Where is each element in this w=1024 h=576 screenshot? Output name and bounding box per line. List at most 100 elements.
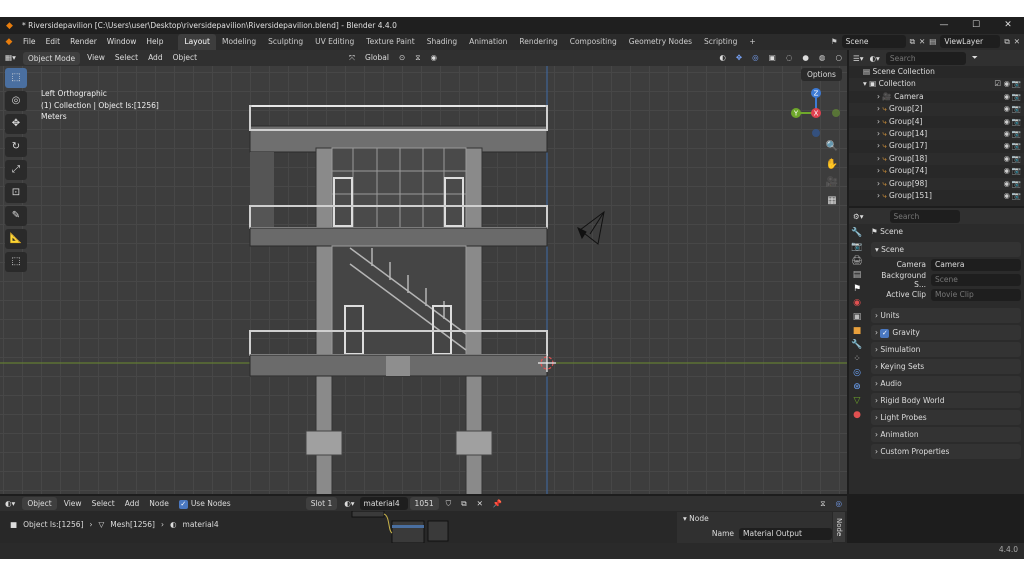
navigation-gizmo[interactable]: Z Y X: [790, 86, 842, 142]
editor-type-icon[interactable]: ▦▾: [0, 51, 21, 65]
node-menu-node[interactable]: Node: [144, 497, 174, 511]
menu-select[interactable]: Select: [110, 51, 143, 65]
gravity-checkbox[interactable]: ✓: [880, 329, 890, 338]
material-users-count[interactable]: 1051: [409, 497, 439, 510]
options-dropdown[interactable]: Options: [801, 68, 842, 81]
measure-tool-icon[interactable]: 📐: [5, 229, 27, 249]
outliner-item-group[interactable]: › ⤷ Group[74] ◉ 📷: [849, 165, 1024, 177]
outliner-item-group[interactable]: › ⤷ Group[98] ◉ 📷: [849, 177, 1024, 190]
tab-texture-paint[interactable]: Texture Paint: [360, 34, 420, 50]
object-tab-icon[interactable]: ■: [850, 326, 864, 336]
shading-wireframe-icon[interactable]: ◌: [781, 51, 798, 65]
shading-solid-icon[interactable]: ●: [797, 51, 814, 65]
shading-material-icon[interactable]: ◍: [814, 51, 831, 65]
transform-tool-icon[interactable]: ⊡: [5, 183, 27, 203]
properties-editor-icon[interactable]: ⚙▾: [853, 212, 864, 221]
outliner-item-group[interactable]: › ⤷ Group[151] ◉ 📷: [849, 190, 1024, 202]
use-nodes-toggle[interactable]: ✓ Use Nodes: [174, 497, 236, 511]
select-box-tool-icon[interactable]: ⬚: [5, 68, 27, 88]
menu-file[interactable]: File: [18, 34, 41, 50]
background-scene-field[interactable]: Scene: [931, 273, 1021, 286]
pin-icon[interactable]: 📌: [488, 497, 507, 511]
new-scene-icon[interactable]: ⧉: [910, 37, 915, 47]
scene-tab-icon[interactable]: ⚑: [850, 284, 864, 294]
close-button[interactable]: ✕: [992, 17, 1024, 34]
tool-tab-icon[interactable]: 🔧: [850, 228, 864, 238]
output-tab-icon[interactable]: 🖨: [850, 256, 864, 266]
tab-layout[interactable]: Layout: [178, 34, 216, 50]
outliner-item-group[interactable]: › ⤷ Group[18] ◉ 📷: [849, 152, 1024, 166]
custom-properties-panel-header[interactable]: › Custom Properties: [871, 444, 1021, 459]
scene-field[interactable]: Scene: [841, 35, 906, 48]
maximize-button[interactable]: ☐: [960, 17, 992, 34]
new-view-layer-icon[interactable]: ⧉: [1004, 37, 1009, 47]
active-clip-field[interactable]: Movie Clip: [931, 288, 1021, 301]
physics-tab-icon[interactable]: ◎: [850, 368, 864, 378]
tab-scripting[interactable]: Scripting: [698, 34, 743, 50]
transform-orientation-dropdown[interactable]: Global: [360, 51, 394, 65]
3d-viewport[interactable]: [0, 66, 847, 494]
units-panel-header[interactable]: › Units: [871, 308, 1021, 323]
outliner-item-group[interactable]: › ⤷ Group[17] ◉ 📷: [849, 140, 1024, 152]
material-browse-icon[interactable]: ◐▾: [339, 497, 359, 511]
tab-shading[interactable]: Shading: [421, 34, 463, 50]
menu-view[interactable]: View: [82, 51, 110, 65]
visibility-icon[interactable]: ◐: [714, 51, 731, 65]
audio-panel-header[interactable]: › Audio: [871, 376, 1021, 391]
outliner-item-group[interactable]: › ⤷ Group[4] ◉ 📷: [849, 116, 1024, 128]
node-menu-add[interactable]: Add: [120, 497, 145, 511]
node-snap-icon[interactable]: ⧖: [815, 497, 830, 511]
add-cube-tool-icon[interactable]: ⬚: [5, 252, 27, 272]
camera-view-icon[interactable]: 🎥: [825, 176, 839, 190]
filter-icon[interactable]: ⏷: [972, 53, 978, 63]
proportional-edit-icon[interactable]: ◉: [426, 51, 443, 65]
node-menu-select[interactable]: Select: [87, 497, 120, 511]
pan-hand-icon[interactable]: ✋: [825, 158, 839, 172]
outliner-search-input[interactable]: Search: [885, 51, 966, 65]
tab-geometry-nodes[interactable]: Geometry Nodes: [623, 34, 698, 50]
outliner-item-camera[interactable]: › 🎥 Camera ◉ 📷: [849, 91, 1024, 103]
zoom-icon[interactable]: 🔍: [825, 140, 839, 154]
rigid-body-world-panel-header[interactable]: › Rigid Body World: [871, 393, 1021, 408]
xray-toggle-icon[interactable]: ▣: [764, 51, 781, 65]
simulation-panel-header[interactable]: › Simulation: [871, 342, 1021, 357]
outliner-item-group[interactable]: › ⤷ Group[14] ◉ 📷: [849, 127, 1024, 141]
menu-object[interactable]: Object: [168, 51, 202, 65]
mode-selector[interactable]: Object Mode: [22, 51, 81, 65]
node-overlay-icon[interactable]: ◎: [830, 497, 847, 511]
properties-search-input[interactable]: Search: [889, 209, 960, 223]
gizmo-toggle-icon[interactable]: ✥: [731, 51, 747, 65]
outliner-item-group[interactable]: › ⤷ Group[2] ◉ 📷: [849, 103, 1024, 116]
world-tab-icon[interactable]: ◉: [850, 298, 864, 308]
rotate-tool-icon[interactable]: ↻: [5, 137, 27, 157]
tab-sculpting[interactable]: Sculpting: [262, 34, 309, 50]
render-tab-icon[interactable]: 📷: [850, 242, 864, 252]
node-name-field[interactable]: Material Output: [739, 527, 832, 540]
gravity-panel-header[interactable]: › ✓ Gravity: [871, 325, 1021, 340]
data-tab-icon[interactable]: ▽: [850, 396, 864, 406]
tab-uv-editing[interactable]: UV Editing: [309, 34, 360, 50]
tab-compositing[interactable]: Compositing: [564, 34, 623, 50]
menu-render[interactable]: Render: [65, 34, 102, 50]
particles-tab-icon[interactable]: ⁘: [850, 354, 864, 364]
pivot-icon[interactable]: ⊙: [394, 51, 410, 65]
blender-menu-icon[interactable]: ◆: [0, 37, 18, 47]
view-layer-tab-icon[interactable]: ▤: [850, 270, 864, 280]
filter-display-icon[interactable]: ◐▾: [870, 54, 880, 63]
material-name-field[interactable]: material4: [359, 497, 408, 510]
menu-window[interactable]: Window: [102, 34, 142, 50]
tab-modeling[interactable]: Modeling: [216, 34, 262, 50]
ortho-grid-icon[interactable]: ▦: [825, 194, 839, 208]
delete-scene-icon[interactable]: ✕: [919, 37, 925, 46]
view-layer-field[interactable]: ViewLayer: [940, 35, 1001, 48]
keying-sets-panel-header[interactable]: › Keying Sets: [871, 359, 1021, 374]
overlay-toggle-icon[interactable]: ◎: [747, 51, 764, 65]
shading-rendered-icon[interactable]: ○: [830, 51, 847, 65]
slot-dropdown[interactable]: Slot 1: [305, 497, 338, 510]
animation-panel-header[interactable]: › Animation: [871, 427, 1021, 442]
menu-edit[interactable]: Edit: [41, 34, 66, 50]
collection-tab-icon[interactable]: ▣: [850, 312, 864, 322]
scene-panel-header[interactable]: ▾ Scene: [871, 242, 1021, 257]
node-menu-view[interactable]: View: [59, 497, 87, 511]
scene-collection-row[interactable]: ▤ Scene Collection: [849, 66, 1024, 78]
